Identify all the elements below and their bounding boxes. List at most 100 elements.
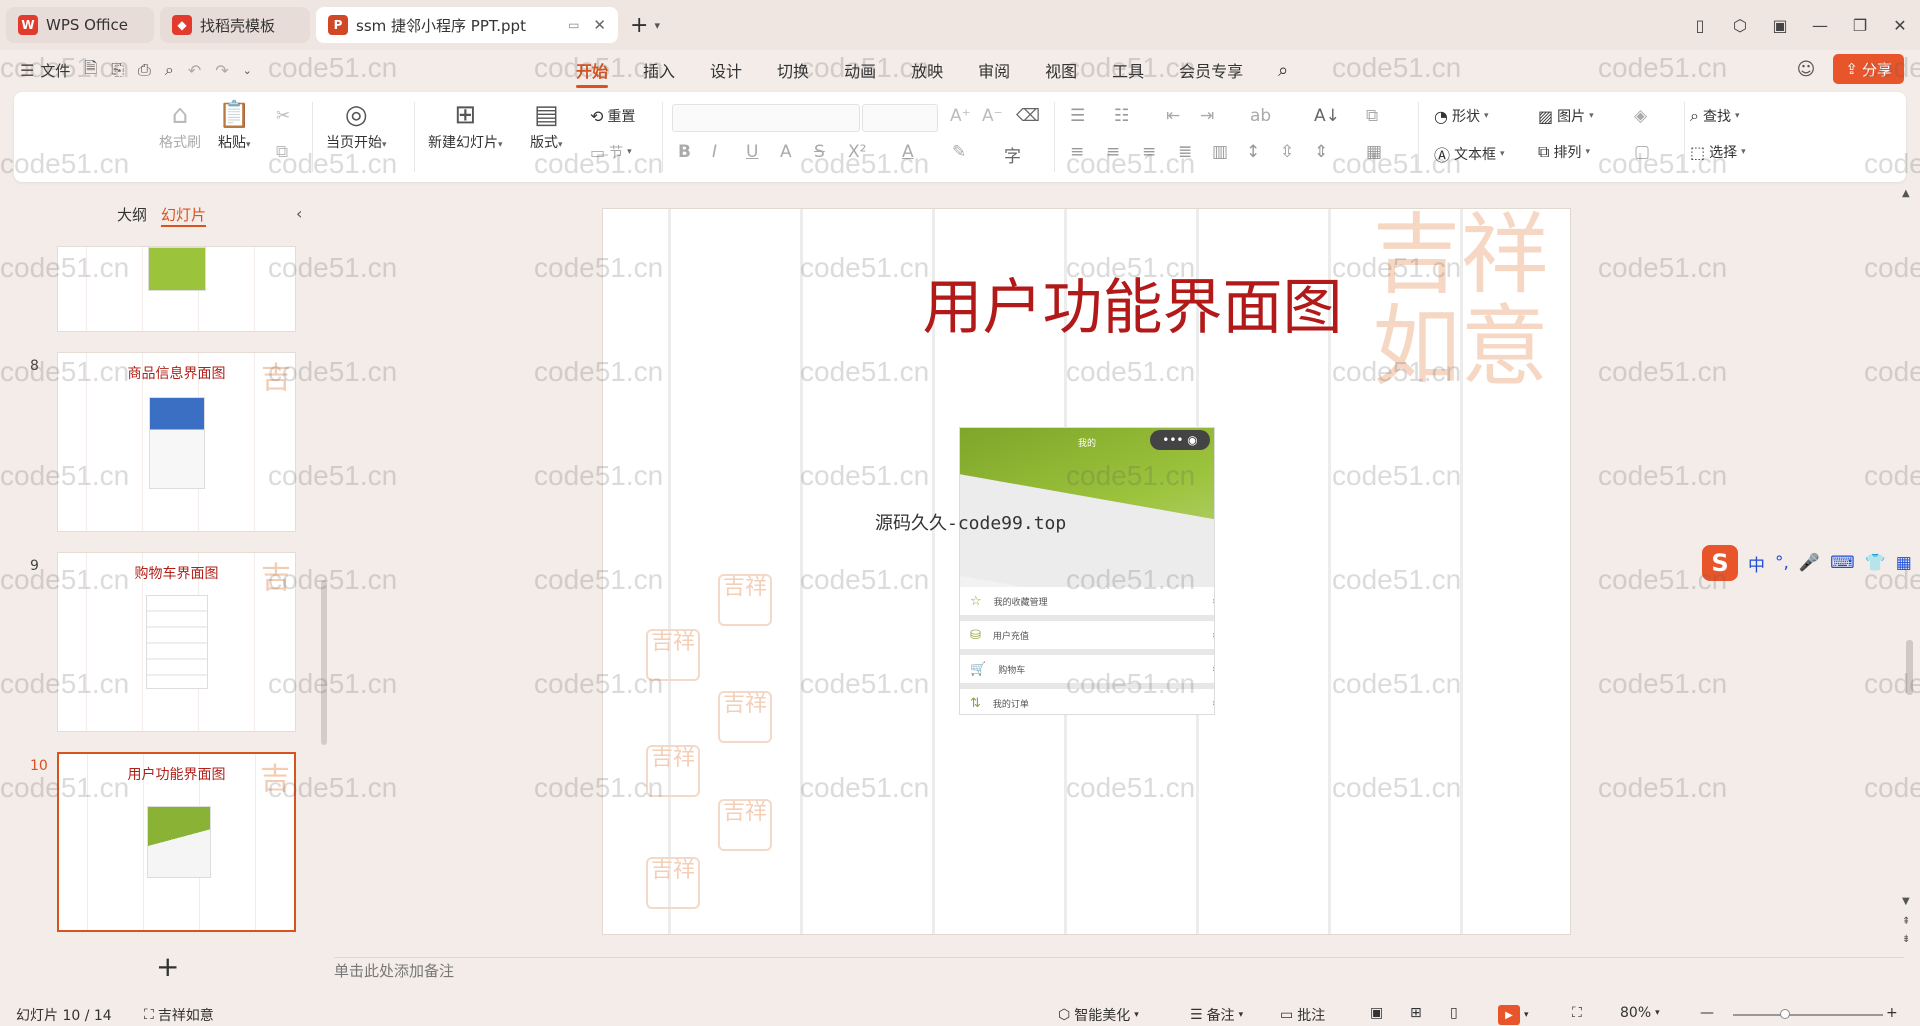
redo-icon[interactable]: ↷ (215, 61, 228, 80)
slideshow-button[interactable]: ▶ ▾ (1498, 1005, 1529, 1025)
line-spacing-icon[interactable]: ↕ (1246, 142, 1260, 162)
tab-slides[interactable]: 幻灯片 (161, 204, 207, 227)
cube-icon[interactable]: ⬡ (1720, 16, 1760, 35)
decrease-font-icon[interactable]: A⁻ (982, 106, 1003, 126)
textbox-button[interactable]: Ⓐ 文本框 ▾ (1434, 142, 1505, 166)
zoom-in-button[interactable]: + (1886, 1005, 1898, 1021)
fill-icon[interactable]: ◈ (1634, 106, 1647, 126)
prev-slide-icon[interactable]: ⇞ (1902, 916, 1910, 927)
tab-view[interactable]: 视图 (1045, 58, 1077, 82)
reading-view-icon[interactable]: ▯ (1450, 1005, 1458, 1021)
window-pin-icon[interactable]: ▭ (568, 18, 579, 32)
tab-member[interactable]: 会员专享 (1179, 58, 1243, 82)
text-direction-icon[interactable]: ab (1250, 106, 1271, 126)
vertical-scrollbar[interactable] (1906, 640, 1913, 695)
notes-placeholder[interactable]: 单击此处添加备注 (334, 960, 454, 981)
ime-toolbar[interactable]: S 中 °, 🎤 ⌨ 👕 ▦ (1698, 541, 1920, 585)
paste-button[interactable]: 📋 粘贴▾ (218, 100, 251, 152)
highlight-icon[interactable]: ✎ (952, 142, 966, 162)
text-align-icon[interactable]: ⇕ (1314, 142, 1328, 162)
scroll-down-icon[interactable]: ▼ (1902, 896, 1910, 907)
chat-icon[interactable]: ☺ (1797, 59, 1816, 80)
notes-toggle-button[interactable]: ☰ 备注 ▾ (1190, 1005, 1243, 1025)
theme-indicator[interactable]: ⛶ 吉祥如意 (144, 1005, 214, 1025)
collapse-panel-icon[interactable]: ‹ (296, 204, 302, 223)
sidebar-toggle-icon[interactable]: ▯ (1680, 16, 1720, 35)
align-right-icon[interactable]: ≡ (1142, 142, 1156, 162)
tab-presentation-file[interactable]: P ssm 捷邻小程序 PPT.ppt ▭ ✕ (316, 7, 618, 43)
copy-icon[interactable]: ⧉ (276, 142, 288, 162)
bullet-list-icon[interactable]: ☰ (1070, 106, 1085, 126)
tab-review[interactable]: 审阅 (978, 58, 1010, 82)
tab-home[interactable]: 开始 (576, 58, 609, 88)
bold-icon[interactable]: B (678, 142, 691, 162)
phone-screenshot-image[interactable]: 我的 ••• ◉ ☆ 我的收藏管理 › ⛁ 用户充值 › 🛒 购物车 › ⇅ 我… (959, 427, 1215, 715)
slide-thumbnail-9[interactable]: 吉 购物车界面图 (57, 552, 296, 732)
avatar[interactable]: ▣ (1760, 16, 1800, 35)
tab-outline[interactable]: 大纲 (117, 204, 147, 227)
tab-transitions[interactable]: 切换 (777, 58, 809, 82)
italic-icon[interactable]: I (712, 142, 717, 162)
clear-format-icon[interactable]: ⌫ (1016, 106, 1040, 126)
export-pdf-icon[interactable]: ⎘ (111, 60, 124, 80)
columns-icon[interactable]: ▦ (1366, 142, 1382, 162)
zoom-out-button[interactable]: — (1700, 1005, 1714, 1021)
find-button[interactable]: ⌕ 查找 ▾ (1690, 106, 1740, 126)
undo-icon[interactable]: ↶ (188, 61, 201, 80)
shape-button[interactable]: ◔ 形状 ▾ (1434, 106, 1489, 126)
layout-button[interactable]: ▤ 版式▾ (530, 100, 563, 152)
next-slide-icon[interactable]: ⇟ (1902, 934, 1910, 945)
toolbox-icon[interactable]: ▦ (1896, 553, 1912, 573)
file-menu[interactable]: ☰ 文件 (20, 60, 70, 81)
slide-thumbnail-10[interactable]: 吉 用户功能界面图 (57, 752, 296, 932)
align-center-icon[interactable]: ≡ (1106, 142, 1120, 162)
font-size-select[interactable] (862, 104, 938, 132)
minimize-button[interactable]: — (1800, 16, 1840, 35)
format-painter-button[interactable]: ⌂ 格式刷 (159, 100, 201, 152)
start-from-current-button[interactable]: ◎ 当页开始▾ (326, 100, 387, 152)
arrange-button[interactable]: ⧉ 排列 ▾ (1538, 142, 1590, 162)
tab-wps-office[interactable]: W WPS Office (6, 7, 154, 43)
superscript-icon[interactable]: X² (848, 142, 866, 162)
microphone-icon[interactable]: 🎤 (1799, 553, 1820, 573)
search-icon[interactable]: ⌕ (1278, 60, 1288, 81)
normal-view-icon[interactable]: ▣ (1370, 1005, 1383, 1021)
close-tab-icon[interactable]: ✕ (593, 16, 606, 34)
convert-smartart-icon[interactable]: ⧉ (1366, 106, 1378, 126)
numbered-list-icon[interactable]: ☷ (1114, 106, 1129, 126)
share-button[interactable]: ⇪ 分享 (1833, 54, 1904, 84)
skin-icon[interactable]: 👕 (1865, 553, 1886, 573)
slide-canvas[interactable]: 吉祥 如意 用户功能界面图 吉祥 吉祥 吉祥 吉祥 吉祥 吉祥 我的 ••• ◉ … (602, 208, 1571, 935)
cut-icon[interactable]: ✂ (276, 106, 290, 126)
increase-font-icon[interactable]: A⁺ (950, 106, 971, 126)
justify-icon[interactable]: ≣ (1178, 142, 1192, 162)
font-color-icon[interactable]: A (902, 142, 914, 162)
slide-sorter-icon[interactable]: ⊞ (1410, 1005, 1422, 1021)
increase-indent-icon[interactable]: ⇥ (1200, 106, 1214, 126)
distribute-icon[interactable]: ▥ (1212, 142, 1228, 162)
chevron-down-icon[interactable]: ⌄ (243, 64, 252, 77)
char-spacing-icon[interactable]: A↓ (1314, 106, 1340, 126)
align-left-icon[interactable]: ≡ (1070, 142, 1084, 162)
save-icon[interactable]: 🗎 (84, 57, 97, 84)
new-slide-button[interactable]: ⊞ 新建幻灯片▾ (428, 100, 503, 152)
tab-docer-templates[interactable]: ◆ 找稻壳模板 (160, 7, 310, 43)
tab-tools[interactable]: 工具 (1112, 58, 1144, 82)
strikethrough-icon[interactable]: S (814, 142, 825, 162)
underline-icon[interactable]: U (746, 142, 758, 162)
source-caption[interactable]: 源码久久-code99.top (875, 509, 1066, 535)
comments-button[interactable]: ▭ 批注 (1280, 1005, 1325, 1025)
phonetic-icon[interactable]: 字 (1004, 142, 1021, 167)
tab-slideshow[interactable]: 放映 (911, 58, 943, 82)
font-family-select[interactable] (672, 104, 860, 132)
tab-animations[interactable]: 动画 (844, 58, 876, 82)
smart-beautify-button[interactable]: ⬡ 智能美化 ▾ (1058, 1005, 1139, 1025)
zoom-slider[interactable] (1733, 1014, 1883, 1016)
zoom-slider-handle[interactable] (1780, 1009, 1790, 1019)
close-window-button[interactable]: ✕ (1880, 16, 1920, 35)
outline-icon[interactable]: ▢ (1634, 142, 1650, 162)
slide-thumbnail-8[interactable]: 吉 商品信息界面图 (57, 352, 296, 532)
section-button[interactable]: ▭ 节 ▾ (590, 142, 632, 162)
slide-title[interactable]: 用户功能界面图 (603, 259, 1570, 346)
add-slide-button[interactable]: + (156, 950, 179, 983)
